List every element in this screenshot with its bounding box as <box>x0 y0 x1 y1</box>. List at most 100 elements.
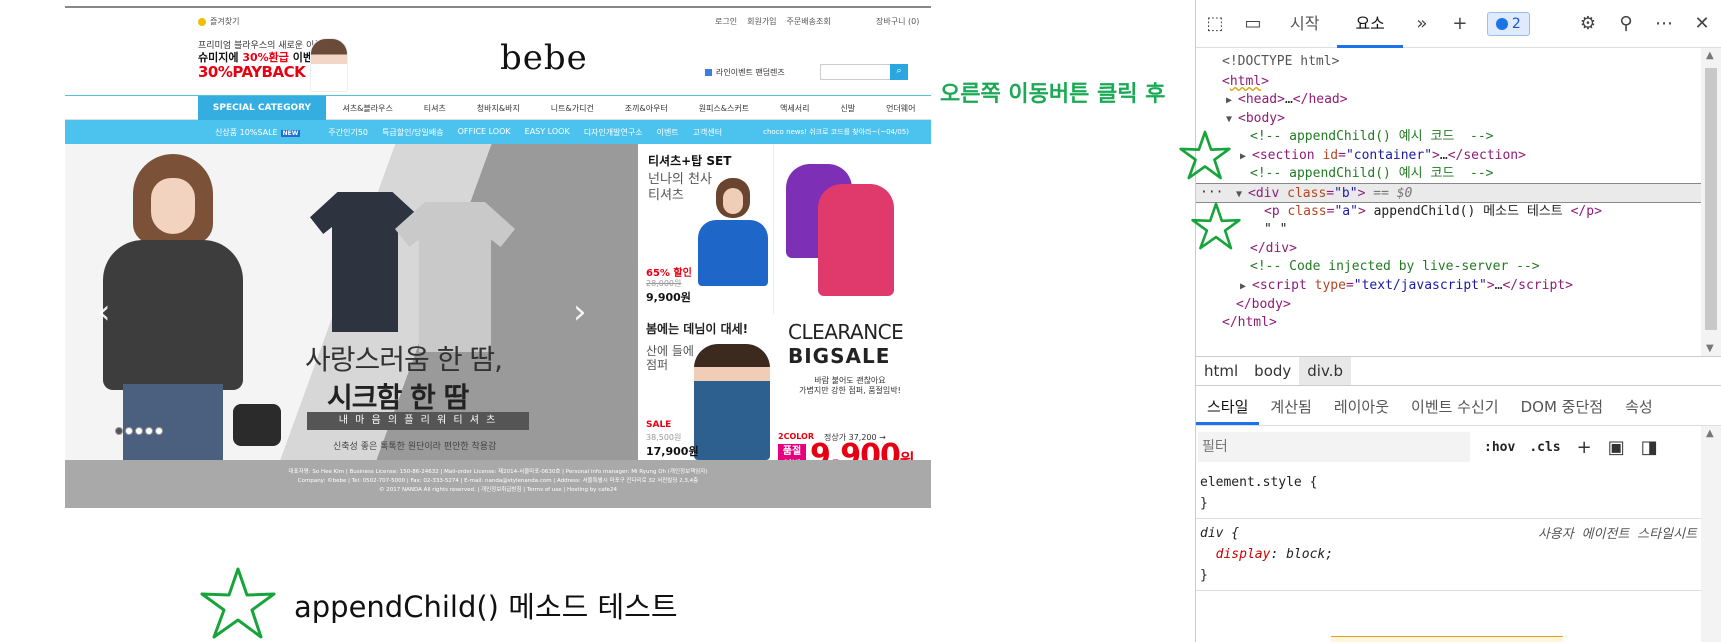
dom-comment[interactable]: <!-- appendChild() 예시 코드 --> <box>1250 164 1701 184</box>
slider-dot[interactable] <box>155 427 163 435</box>
dom-script[interactable]: ▶ <script type="text/javascript">…</scrip… <box>1240 276 1701 296</box>
promo-link[interactable]: 주간인기50 <box>328 127 368 138</box>
hero-slider[interactable]: 사랑스러움 한 땀, 시크함 한 땀 내 마 음 의 플 리 워 티 셔 츠 신… <box>65 144 638 460</box>
breadcrumb-item[interactable]: div.b <box>1299 357 1351 385</box>
news-ticker[interactable]: choco news! 쉬크로 코드를 찾아라~(~04/05) <box>763 127 909 137</box>
breadcrumb-item[interactable]: body <box>1246 357 1299 385</box>
category-item[interactable]: 원피스&스커트 <box>699 103 749 114</box>
dom-html[interactable]: <html> <box>1222 72 1701 92</box>
model-image <box>694 344 770 460</box>
dom-body[interactable]: ▼ <body> <box>1226 109 1701 129</box>
promo-link[interactable]: 특급할인/당일배송 <box>382 127 444 138</box>
join-link[interactable]: 회원가입 <box>747 16 776 27</box>
breadcrumb-item[interactable]: html <box>1196 357 1246 385</box>
login-link[interactable]: 로그인 <box>715 16 737 27</box>
category-item[interactable]: 조끼&아우터 <box>625 103 668 114</box>
promo-link[interactable]: 이벤트 <box>657 127 679 138</box>
dom-div-close[interactable]: </div> <box>1250 239 1701 259</box>
slider-prev-icon[interactable]: ‹ <box>97 292 111 332</box>
tab-properties[interactable]: 속성 <box>1614 390 1664 425</box>
slider-next-icon[interactable]: › <box>573 292 587 332</box>
slider-dot[interactable] <box>145 427 153 435</box>
new-sale-link[interactable]: 신상품 10%SALE NEW <box>215 127 301 138</box>
search-input[interactable]: ⌕ <box>820 64 908 80</box>
collapse-icon[interactable]: ▼ <box>1226 110 1238 130</box>
scroll-up-icon[interactable]: ▲ <box>1706 428 1714 439</box>
expand-icon[interactable]: ▶ <box>1240 277 1252 297</box>
paint-icon[interactable]: ▣ <box>1608 437 1625 458</box>
category-item[interactable]: 언더웨어 <box>886 103 915 114</box>
dom-section[interactable]: ▶ <section id="container">…</section> <box>1240 146 1701 166</box>
dom-div-selected[interactable]: ▼ <div class="b"> == $0 <box>1196 183 1701 203</box>
tab-computed[interactable]: 계산됨 <box>1259 390 1322 425</box>
hov-toggle[interactable]: :hov <box>1484 440 1515 455</box>
dom-html-close[interactable]: </html> <box>1222 313 1701 333</box>
special-category-tab[interactable]: SPECIAL CATEGORY <box>198 96 326 120</box>
search-icon[interactable]: ⌕ <box>890 64 908 80</box>
dom-head[interactable]: ▶ <head>…</head> <box>1226 90 1701 110</box>
device-toggle-icon[interactable]: ▭ <box>1234 0 1272 48</box>
div-style-rule[interactable]: div { 사용자 에이전트 스타일시트 display: block; } <box>1196 519 1701 591</box>
issues-badge[interactable]: 2 <box>1486 11 1530 36</box>
category-item[interactable]: 셔츠&블라우스 <box>342 103 392 114</box>
dom-comment[interactable]: <!-- appendChild() 예시 코드 --> <box>1250 127 1701 147</box>
gear-icon[interactable]: ⚙ <box>1569 0 1607 48</box>
tab-welcome[interactable]: 시작 <box>1272 0 1337 48</box>
slider-dot[interactable] <box>125 427 133 435</box>
category-item[interactable]: 액세서리 <box>780 103 809 114</box>
dom-doctype[interactable]: <!DOCTYPE html> <box>1222 52 1701 72</box>
promo-link[interactable]: OFFICE LOOK <box>458 127 511 138</box>
new-rule-icon[interactable]: + <box>1577 437 1592 458</box>
star-annotation-icon <box>200 567 276 639</box>
dom-p[interactable]: <p class="a"> appendChild() 메소드 테스트 </p> <box>1264 202 1701 222</box>
site-logo[interactable]: bebe <box>500 38 588 78</box>
promo-link[interactable]: EASY LOOK <box>525 127 570 138</box>
tab-styles[interactable]: 스타일 <box>1196 390 1260 425</box>
styles-subtabs: 스타일 계산됨 레이아웃 이벤트 수신기 DOM 중단점 속성 <box>1196 390 1721 426</box>
dom-body-close[interactable]: </body> <box>1236 295 1701 315</box>
category-item[interactable]: 니트&가디건 <box>551 103 594 114</box>
filter-input[interactable] <box>1198 432 1470 462</box>
element-style-rule[interactable]: element.style { } <box>1196 468 1701 519</box>
dom-comment[interactable]: <!-- Code injected by live-server --> <box>1250 257 1701 277</box>
tab-layout[interactable]: 레이아웃 <box>1323 390 1400 425</box>
scroll-up-icon[interactable]: ▲ <box>1706 50 1714 61</box>
tab-event-listeners[interactable]: 이벤트 수신기 <box>1400 390 1510 425</box>
dom-tree: <!DOCTYPE html> <html> ▶ <head>…</head> ▼… <box>1179 48 1701 356</box>
promo-link[interactable]: 디자인개발연구소 <box>584 127 643 138</box>
box-model-preview <box>1331 636 1563 642</box>
favorites-link[interactable]: 즐겨찾기 <box>198 16 239 27</box>
slider-dot[interactable] <box>135 427 143 435</box>
clearance-banner[interactable]: CLEARANCE BIGSALE 바람 불어도 괜찮아요 가볍지만 강한 점퍼,… <box>774 144 931 474</box>
cls-toggle[interactable]: .cls <box>1529 440 1560 455</box>
cart-link[interactable]: 장바구니 (0) <box>876 16 919 27</box>
tab-elements[interactable]: 요소 <box>1337 0 1403 48</box>
tab-dom-breakpoints[interactable]: DOM 중단점 <box>1510 390 1614 425</box>
category-item[interactable]: 신발 <box>840 103 855 114</box>
add-tab-icon[interactable]: + <box>1441 0 1479 48</box>
close-icon[interactable]: ✕ <box>1683 0 1721 48</box>
dom-scrollbar[interactable]: ▲ ▼ <box>1701 48 1721 356</box>
inspect-icon[interactable]: ⬚ <box>1196 0 1234 48</box>
more-tabs-icon[interactable]: » <box>1403 0 1441 48</box>
checkbox-icon <box>705 69 712 76</box>
hero-title-1: 사랑스러움 한 땀, <box>305 343 503 376</box>
order-tracking-link[interactable]: 주문배송조회 <box>787 16 831 27</box>
more-actions-icon[interactable]: ··· <box>1200 185 1223 200</box>
gray-tshirt-image <box>395 202 515 352</box>
pink-jacket-image <box>818 184 894 296</box>
dom-text-node[interactable]: " " <box>1264 220 1701 240</box>
promo-link[interactable]: 고객센터 <box>693 127 722 138</box>
scroll-down-icon[interactable]: ▼ <box>1706 343 1714 354</box>
styles-scrollbar[interactable]: ▲ <box>1701 426 1721 642</box>
expand-icon[interactable]: ▶ <box>1226 91 1238 111</box>
sidebar-toggle-icon[interactable]: ◨ <box>1641 437 1658 458</box>
denim-banner[interactable]: 봄에는 데님이 대세! 산에 들에 점퍼 SALE 38,500원 17,900원 <box>638 314 774 460</box>
category-item[interactable]: 청바지&바지 <box>477 103 520 114</box>
tshirt-set-banner[interactable]: 티셔츠+탑 SET 넌나의 천사 티셔츠 65% 할인 28,000원 9,900… <box>638 144 774 314</box>
slider-dot[interactable] <box>115 427 123 435</box>
customize-icon[interactable]: ⚲ <box>1607 0 1645 48</box>
live-event-checkbox[interactable]: 라인이벤트 팬덤렌즈 <box>705 67 785 78</box>
category-item[interactable]: 티셔츠 <box>424 103 446 114</box>
more-options-icon[interactable]: ⋯ <box>1645 0 1683 48</box>
